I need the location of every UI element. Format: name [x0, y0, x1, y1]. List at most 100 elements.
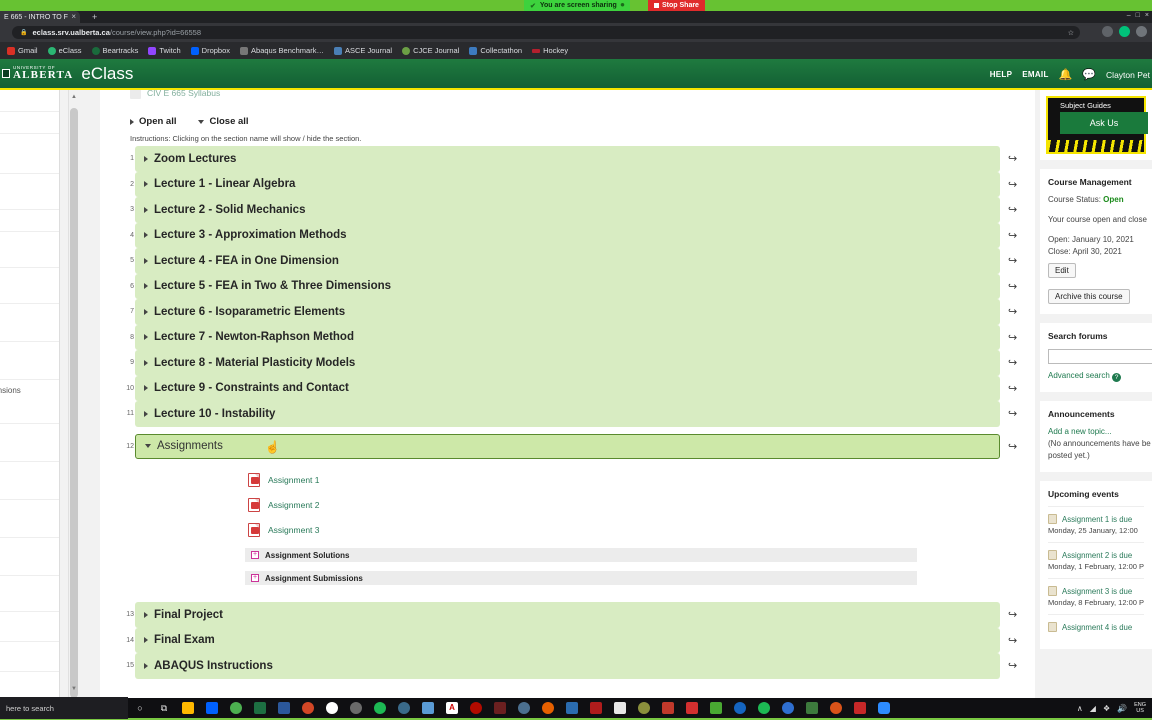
subject-guides-label[interactable]: Subject Guides [1060, 101, 1111, 110]
course-index-item[interactable]: - Instability [0, 576, 59, 612]
bookmark-item[interactable]: Collectathon [464, 42, 527, 59]
matlab-icon[interactable] [824, 697, 848, 719]
section-header[interactable]: ABAQUS Instructions [135, 653, 1000, 679]
bookmark-item[interactable]: Dropbox [186, 42, 235, 59]
course-index-item[interactable]: s [0, 112, 59, 134]
course-index-item[interactable]: n [0, 672, 59, 698]
section-jump-arrow-icon[interactable]: ↪ [1008, 608, 1017, 621]
green-c-icon[interactable] [704, 697, 728, 719]
tray-chevron-icon[interactable]: ∧ [1077, 704, 1083, 713]
red-app-icon[interactable] [680, 697, 704, 719]
drawer-scrollbar-thumb[interactable] [70, 108, 78, 698]
folder-row[interactable]: + Assignment Submissions [245, 571, 917, 585]
chrome-icon[interactable] [224, 697, 248, 719]
crossout-icon[interactable] [656, 697, 680, 719]
extension-icon-2[interactable] [1119, 26, 1130, 37]
close-all-button[interactable]: Close all [198, 116, 249, 127]
browser-tab[interactable]: E 665 - INTRO TO F… × [0, 11, 80, 23]
section-jump-arrow-icon[interactable]: ↪ [1008, 305, 1017, 318]
folder-row[interactable]: + Assignment Solutions [245, 548, 917, 562]
task-view-icon[interactable]: ⧉ [152, 697, 176, 719]
bookmark-item[interactable]: Beartracks [87, 42, 144, 59]
adobe-acrobat-icon[interactable]: A [440, 697, 464, 719]
firefox-icon[interactable] [536, 697, 560, 719]
share-pause-icon[interactable]: ⏺ [621, 2, 625, 10]
archive-course-button[interactable]: Archive this course [1048, 289, 1130, 304]
tab-close-icon[interactable]: × [71, 13, 76, 21]
course-index-item[interactable]: ric Elements [0, 424, 59, 462]
steam-icon[interactable] [392, 697, 416, 719]
window-minimize-button[interactable]: – [1127, 12, 1131, 19]
event-item[interactable]: Assignment 3 is due Monday, 8 February, … [1048, 578, 1144, 614]
edit-button[interactable]: Edit [1048, 263, 1076, 278]
section-header[interactable]: Lecture 7 - Newton-Raphson Method [135, 324, 1000, 350]
tray-volume-icon[interactable]: 🔊 [1117, 704, 1127, 713]
course-index-item[interactable]: Material odels [0, 500, 59, 538]
obs-icon[interactable] [320, 697, 344, 719]
ask-us-button[interactable]: Ask Us [1060, 112, 1148, 134]
section-jump-arrow-icon[interactable]: ↪ [1008, 229, 1017, 242]
course-index-item[interactable] [0, 134, 59, 174]
course-index-item[interactable]: ct [0, 642, 59, 672]
section-jump-arrow-icon[interactable]: ↪ [1008, 331, 1017, 344]
blue-dash-icon[interactable] [728, 697, 752, 719]
section-header[interactable]: Lecture 3 - Approximation Methods [135, 222, 1000, 248]
section-jump-arrow-icon[interactable]: ↪ [1008, 356, 1017, 369]
section-jump-arrow-icon[interactable]: ↪ [1008, 407, 1017, 420]
section-jump-arrow-icon[interactable]: ↪ [1008, 659, 1017, 672]
course-index-item[interactable]: ures [0, 210, 59, 232]
extension-icon-1[interactable] [1102, 26, 1113, 37]
image-viewer-icon[interactable] [800, 697, 824, 719]
new-tab-button[interactable]: + [92, 12, 97, 22]
section-header[interactable]: Lecture 6 - Isoparametric Elements [135, 299, 1000, 325]
event-item[interactable]: Assignment 1 is due Monday, 25 January, … [1048, 506, 1144, 542]
cura-icon[interactable] [848, 697, 872, 719]
notepad-icon[interactable] [416, 697, 440, 719]
section-jump-arrow-icon[interactable]: ↪ [1008, 203, 1017, 216]
dropbox-icon[interactable] [200, 697, 224, 719]
stop-share-button[interactable]: Stop Share [648, 0, 705, 11]
resource-row[interactable]: Assignment 3 [120, 517, 1025, 542]
section-header[interactable]: Final Exam [135, 627, 1000, 653]
scrollbar-up-arrow[interactable]: ▲ [70, 94, 78, 100]
course-index-item[interactable]: ts [0, 612, 59, 642]
section-jump-arrow-icon[interactable]: ↪ [1008, 634, 1017, 647]
section-jump-arrow-icon[interactable]: ↪ [1008, 280, 1017, 293]
bookmark-item[interactable]: CJCE Journal [397, 42, 464, 59]
advanced-search-link[interactable]: Advanced search [1048, 371, 1110, 380]
pdf-reader-icon[interactable] [464, 697, 488, 719]
settings-gear-icon[interactable] [632, 697, 656, 719]
user-menu[interactable]: Clayton Pet [1106, 70, 1150, 80]
section-header[interactable]: Lecture 9 - Constraints and Contact [135, 375, 1000, 401]
messages-chat-icon[interactable]: 💬 [1082, 68, 1096, 81]
language-indicator[interactable]: ENG US [1134, 702, 1146, 714]
bookmark-item[interactable]: Gmail [2, 42, 43, 59]
section-header[interactable]: Lecture 10 - Instability [135, 401, 1000, 427]
syllabus-resource-cutoff[interactable]: CIV E 665 Syllabus [130, 90, 220, 99]
taskbar-search-box[interactable]: here to search [0, 697, 128, 719]
course-index-item[interactable]: FEA in One [0, 342, 59, 380]
add-new-topic-link[interactable]: Add a new topic... [1048, 426, 1144, 438]
section-header[interactable]: Lecture 2 - Solid Mechanics [135, 197, 1000, 223]
expand-plus-icon[interactable]: + [251, 551, 259, 559]
resource-row[interactable]: Assignment 1 [120, 467, 1025, 492]
powerpoint-icon[interactable] [296, 697, 320, 719]
section-jump-arrow-icon[interactable]: ↪ [1008, 440, 1017, 453]
profile-avatar[interactable] [1136, 26, 1147, 37]
section-jump-arrow-icon[interactable]: ↪ [1008, 254, 1017, 267]
course-index-item[interactable]: Linear [0, 232, 59, 268]
bookmark-star-icon[interactable]: ☆ [1068, 29, 1074, 37]
ualberta-logo[interactable]: UNIVERSITY OF ALBERTA [2, 65, 73, 82]
ansys-icon[interactable] [584, 697, 608, 719]
zoom-app-icon[interactable] [872, 697, 896, 719]
window-maximize-button[interactable]: □ [1136, 12, 1140, 19]
bookmark-item[interactable]: ASCE Journal [329, 42, 397, 59]
course-index-item[interactable]: (LEC B1 21) [0, 90, 59, 112]
help-icon[interactable]: ? [1112, 373, 1122, 382]
course-index-item[interactable]: Newton-Method [0, 462, 59, 500]
section-header[interactable]: Lecture 1 - Linear Algebra [135, 171, 1000, 197]
address-bar[interactable]: 🔒 eclass.srv.ualberta.ca/course/view.php… [12, 26, 1080, 39]
bookmark-item[interactable]: Hockey [527, 42, 573, 59]
section-header[interactable]: Lecture 8 - Material Plasticity Models [135, 350, 1000, 376]
notifications-bell-icon[interactable]: 🔔 [1059, 68, 1073, 81]
